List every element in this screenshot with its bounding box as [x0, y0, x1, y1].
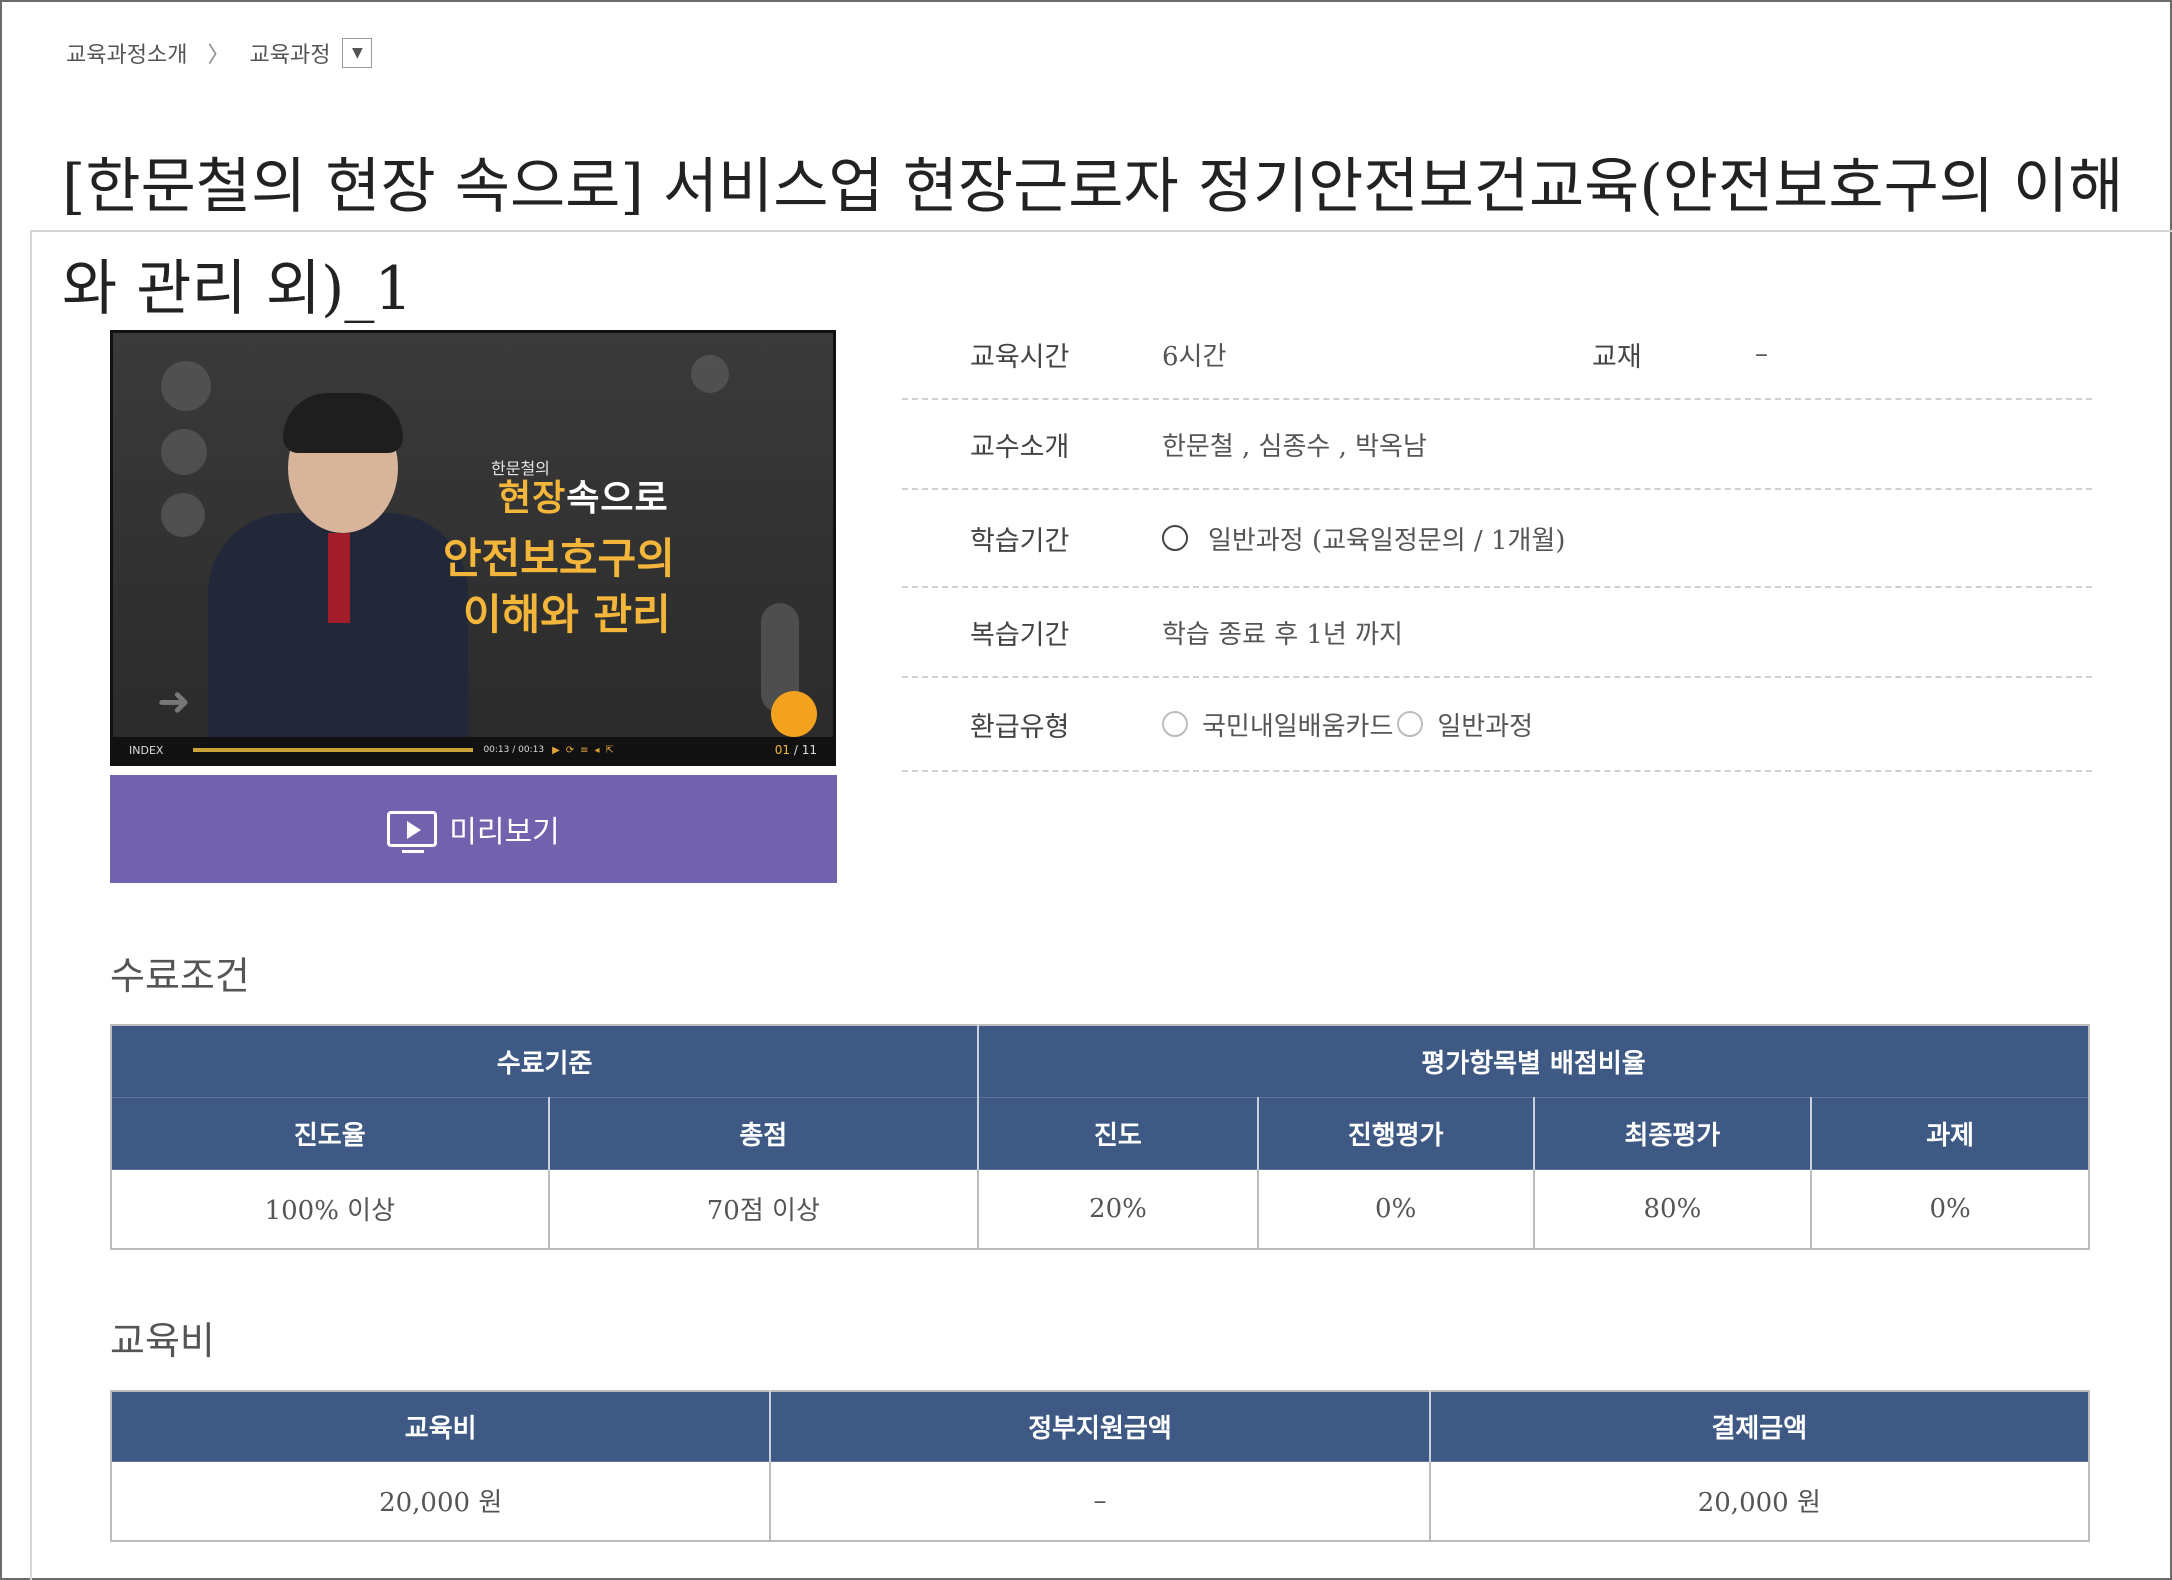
bokeh-light — [691, 355, 729, 393]
table-column-header: 총점 — [548, 1097, 980, 1170]
player-control-bar: INDEX 00:13 / 00:13 ▶⟳≡◂⇱ 01 / 11 — [113, 737, 833, 763]
info-label: 교재 — [1592, 341, 1642, 373]
info-label: 환급유형 — [970, 711, 1070, 743]
logo-badge-icon — [771, 691, 817, 737]
player-page-current: 01 — [774, 743, 791, 757]
info-value: 일반과정 (교육일정문의 / 1개월) — [1162, 520, 1565, 557]
promo-headline-highlight: 현장 — [498, 478, 567, 519]
bokeh-light — [161, 361, 211, 411]
refund-option-label: 국민내일배움카드 — [1202, 711, 1394, 742]
table-cell: 0% — [1257, 1169, 1535, 1249]
refund-radio-general[interactable] — [1397, 711, 1424, 737]
breadcrumb: 교육과정소개 〉 교육과정 ▼ — [66, 36, 373, 70]
bokeh-light — [161, 429, 207, 475]
table-column-header: 교육비 — [111, 1391, 772, 1462]
table-cell: – — [770, 1461, 1431, 1541]
table-column-header: 결제금액 — [1429, 1391, 2089, 1462]
info-value: 6시간 — [1162, 341, 1227, 372]
fee-table: 교육비 정부지원금액 결제금액 20,000 원 – 20,000 원 — [110, 1390, 2090, 1542]
info-label: 복습기간 — [970, 619, 1070, 651]
breadcrumb-dropdown-button[interactable]: ▼ — [342, 38, 373, 68]
table-column-header: 진행평가 — [1257, 1097, 1535, 1170]
refund-radio-card[interactable] — [1162, 711, 1188, 737]
instructor-figure-tie — [328, 533, 350, 623]
table-column-header: 최종평가 — [1533, 1097, 1813, 1170]
period-radio[interactable] — [1162, 525, 1188, 551]
table-cell: 0% — [1811, 1169, 2089, 1249]
info-row-instructors: 교수소개 한문철 , 심종수 , 박옥남 — [902, 400, 2092, 490]
table-group-header: 수료기준 — [111, 1025, 980, 1098]
table-cell: 20,000 원 — [1429, 1461, 2089, 1541]
table-column-header: 정부지원금액 — [770, 1391, 1431, 1462]
course-info-list: 교육시간 6시간 교재 – 교수소개 한문철 , 심종수 , 박옥남 학습기간 … — [902, 310, 2092, 772]
breadcrumb-separator: 〉 — [207, 43, 230, 68]
content-border-left — [30, 230, 32, 1580]
info-value: 한문철 , 심종수 , 박옥남 — [1162, 431, 1427, 462]
completion-table: 수료기준 평가항목별 배점비율 진도율 총점 진도 진행평가 최종평가 과제 1… — [110, 1024, 2090, 1250]
player-progress-bar — [193, 748, 474, 752]
table-row: 100% 이상 70점 이상 20% 0% 80% 0% — [111, 1169, 2089, 1249]
table-column-header: 과제 — [1811, 1097, 2089, 1170]
promo-line-2: 안전보호구의 — [443, 534, 675, 583]
table-cell: 20% — [978, 1169, 1259, 1249]
arrow-right-icon: ➜ — [157, 679, 191, 725]
player-controls-icon: ▶⟳≡◂⇱ — [552, 744, 620, 756]
preview-button[interactable]: 미리보기 — [110, 775, 837, 883]
promo-headline-rest: 속으로 — [566, 478, 669, 519]
player-page-indicator: 01 / 11 — [775, 743, 817, 757]
table-column-header: 진도 — [978, 1097, 1259, 1170]
info-value: 학습 종료 후 1년 까지 — [1162, 619, 1403, 650]
table-group-header: 평가항목별 배점비율 — [978, 1025, 2089, 1098]
info-row-period: 학습기간 일반과정 (교육일정문의 / 1개월) — [902, 490, 2092, 588]
player-page-total: / 11 — [793, 743, 817, 757]
player-time: 00:13 / 00:13 — [483, 745, 545, 755]
table-cell: 80% — [1533, 1169, 1813, 1249]
table-header-row: 수료기준 평가항목별 배점비율 — [111, 1025, 2089, 1098]
table-column-header: 진도율 — [111, 1097, 550, 1170]
info-row-review: 복습기간 학습 종료 후 1년 까지 — [902, 588, 2092, 678]
info-value: 국민내일배움카드 일반과정 — [1162, 706, 1533, 743]
info-label: 교육시간 — [970, 341, 1070, 373]
table-cell: 100% 이상 — [111, 1169, 550, 1249]
table-cell: 70점 이상 — [548, 1169, 980, 1249]
player-index-label: INDEX — [129, 743, 164, 757]
preview-button-label: 미리보기 — [449, 816, 560, 849]
breadcrumb-parent-link[interactable]: 교육과정소개 — [66, 37, 187, 69]
chevron-down-icon: ▼ — [352, 45, 363, 61]
info-row-hours: 교육시간 6시간 교재 – — [902, 310, 2092, 400]
section-title-completion: 수료조건 — [110, 954, 250, 998]
info-label: 학습기간 — [970, 525, 1070, 557]
instructor-figure-hair — [283, 393, 403, 453]
promo-headline: 현장속으로 — [498, 469, 669, 521]
info-value: – — [1755, 339, 1768, 369]
course-thumbnail[interactable]: 한문철의 현장속으로 안전보호구의 이해와 관리 ➜ INDEX 00:13 /… — [110, 330, 836, 766]
play-screen-icon — [387, 811, 438, 853]
table-header-row: 교육비 정부지원금액 결제금액 — [111, 1391, 2089, 1462]
refund-option-label: 일반과정 — [1437, 711, 1534, 742]
period-option-label: 일반과정 (교육일정문의 / 1개월) — [1208, 525, 1566, 556]
bokeh-light — [161, 493, 205, 537]
info-row-refund: 환급유형 국민내일배움카드 일반과정 — [902, 678, 2092, 772]
table-header-row: 진도율 총점 진도 진행평가 최종평가 과제 — [111, 1097, 2089, 1170]
info-label: 교수소개 — [970, 431, 1070, 463]
promo-line-3: 이해와 관리 — [463, 590, 671, 639]
section-title-fee: 교육비 — [110, 1319, 215, 1363]
breadcrumb-current: 교육과정 — [249, 43, 331, 68]
table-cell: 20,000 원 — [111, 1461, 772, 1541]
table-row: 20,000 원 – 20,000 원 — [111, 1461, 2089, 1541]
